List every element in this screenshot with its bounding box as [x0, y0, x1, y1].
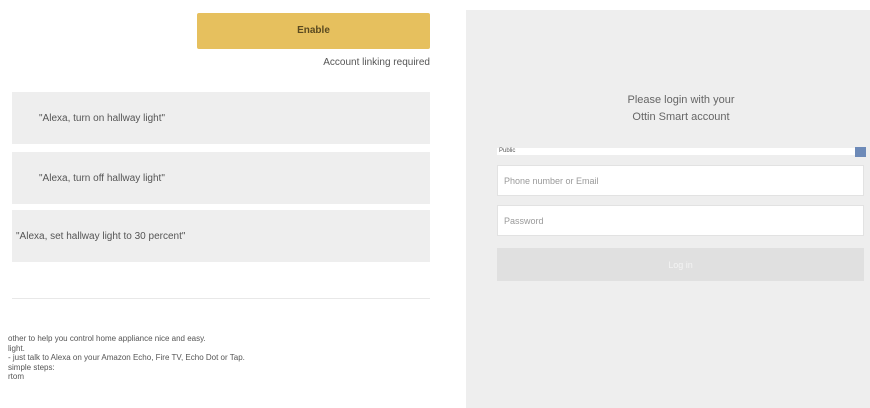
skill-description: other to help you control home appliance… [8, 334, 428, 382]
login-title: Please login with your Ottin Smart accou… [466, 92, 870, 126]
login-panel: Please login with your Ottin Smart accou… [466, 10, 870, 408]
utterance-text: "Alexa, turn off hallway light" [39, 172, 165, 184]
utterance-text: "Alexa, turn on hallway light" [39, 112, 166, 124]
region-select[interactable]: Public [497, 148, 864, 155]
select-arrow-icon[interactable] [855, 147, 866, 157]
password-input[interactable] [497, 205, 864, 236]
utterance-card: "Alexa, set hallway light to 30 percent" [12, 210, 430, 262]
enable-button[interactable]: Enable [197, 13, 430, 49]
utterance-card: "Alexa, turn off hallway light" [12, 152, 430, 204]
login-button[interactable]: Log in [497, 248, 864, 281]
description-line: light. [8, 343, 25, 353]
phone-email-input[interactable] [497, 165, 864, 196]
utterance-card: "Alexa, turn on hallway light" [12, 92, 430, 144]
description-line: simple steps: [8, 362, 55, 372]
section-divider [12, 298, 430, 299]
description-line: - just talk to Alexa on your Amazon Echo… [8, 353, 245, 362]
login-title-line: Please login with your [627, 94, 735, 106]
description-line: other to help you control home appliance… [8, 334, 206, 343]
login-title-line: Ottin Smart account [632, 111, 730, 123]
utterance-text: "Alexa, set hallway light to 30 percent" [16, 230, 186, 242]
description-line: rtom [8, 372, 24, 381]
account-linking-note: Account linking required [323, 57, 430, 68]
page: Enable Account linking required "Alexa, … [0, 0, 870, 408]
